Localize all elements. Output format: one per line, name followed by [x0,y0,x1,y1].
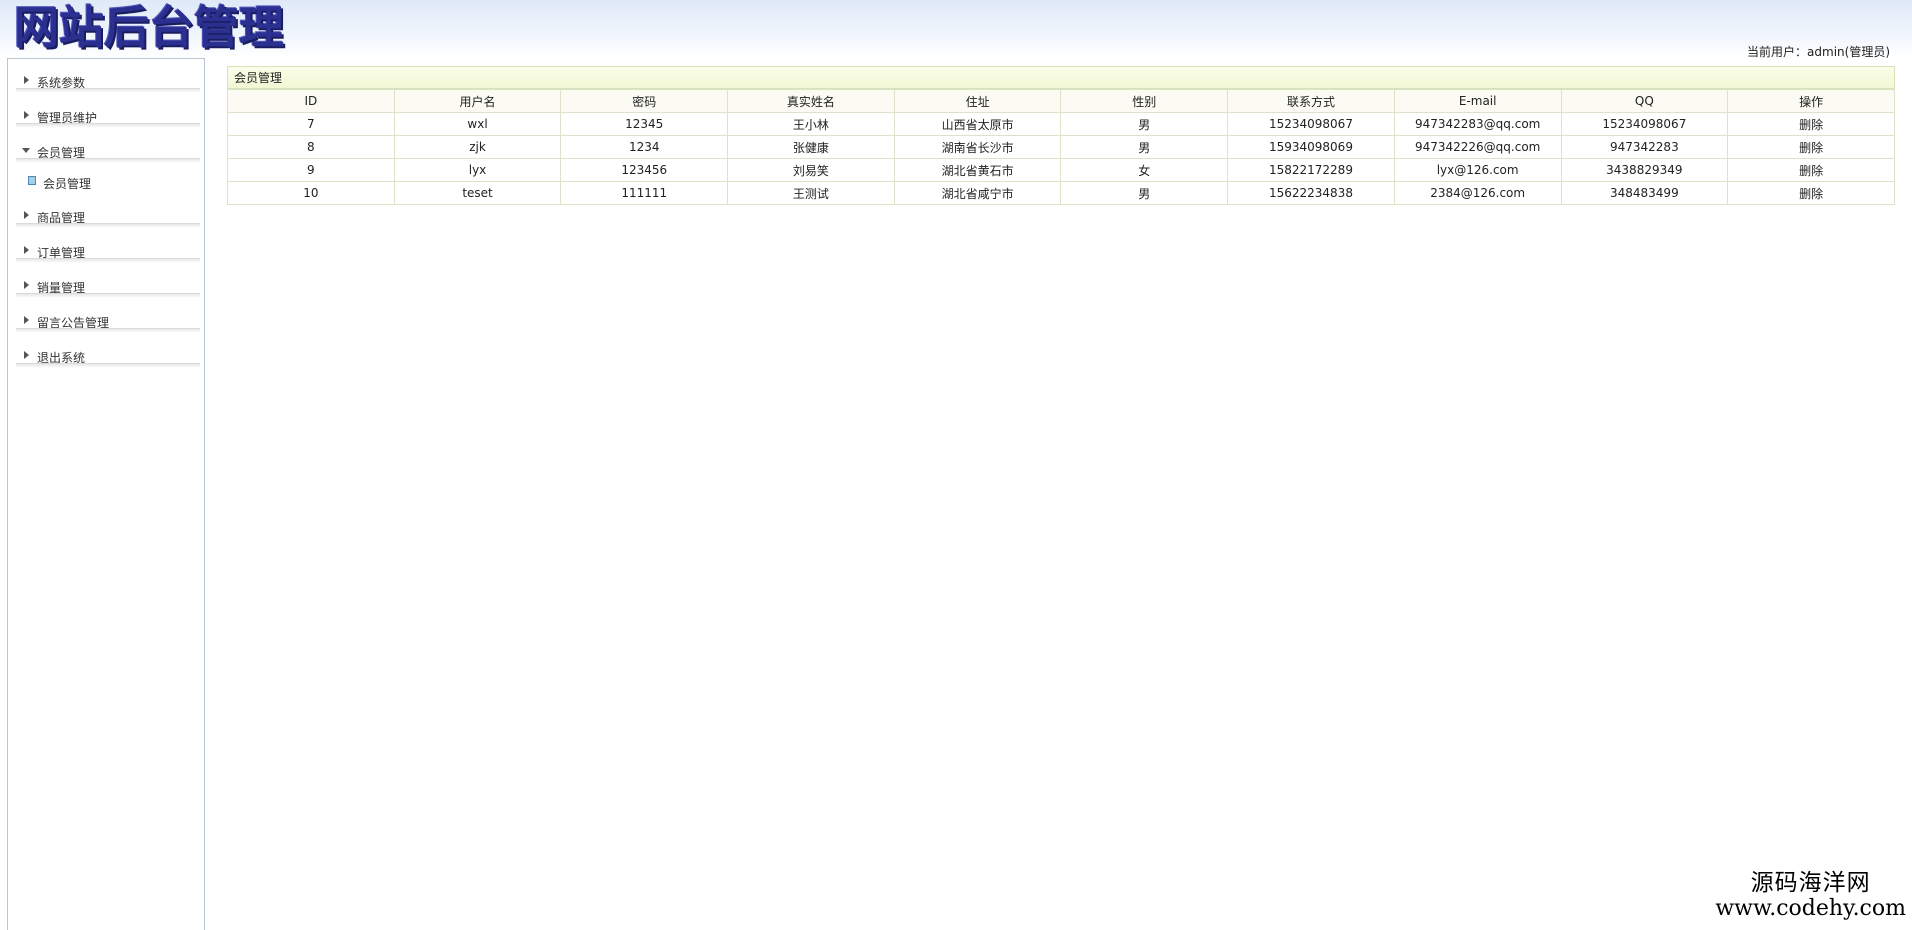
delete-link[interactable]: 删除 [1799,141,1823,155]
cell-password: 12345 [560,112,729,136]
caret-right-icon [24,281,29,289]
sidebar-item-sales-management[interactable]: 销量管理 [8,264,204,299]
cell-password: 1234 [560,135,729,159]
cell-qq: 348483499 [1560,181,1729,205]
column-header-username: 用户名 [393,89,562,113]
cell-real-name: 王测试 [727,181,895,205]
sidebar-item-label: 退出系统 [37,351,86,365]
cell-gender: 男 [1060,112,1229,136]
cell-gender: 女 [1060,158,1229,182]
caret-down-icon [22,148,30,153]
column-header-id: ID [227,89,395,113]
sidebar-item-label: 系统参数 [37,76,86,90]
sidebar-item-admin-maintenance[interactable]: 管理员维护 [8,94,204,129]
column-header-address: 住址 [893,89,1062,113]
sidebar-item-logout[interactable]: 退出系统 [8,334,204,369]
caret-right-icon [24,351,29,359]
cell-email: 947342283@qq.com [1393,112,1562,136]
cell-address: 湖南省长沙市 [893,135,1062,159]
table-row: 8 zjk 1234 张健康 湖南省长沙市 男 15934098069 9473… [227,135,1895,159]
sidebar-item-label: 管理员维护 [37,111,98,125]
sidebar-item-label: 会员管理 [37,146,86,160]
delete-link[interactable]: 删除 [1799,187,1823,201]
cell-phone: 15234098067 [1227,112,1395,136]
caret-right-icon [24,316,29,324]
delete-link[interactable]: 删除 [1799,118,1823,132]
column-header-qq: QQ [1560,89,1729,113]
column-header-phone: 联系方式 [1227,89,1395,113]
cell-gender: 男 [1060,181,1229,205]
cell-qq: 947342283 [1560,135,1729,159]
cell-real-name: 张健康 [727,135,895,159]
cell-id: 10 [227,181,395,205]
main-content: 会员管理 ID 用户名 密码 真实姓名 住址 性别 联系方式 E-mail QQ… [227,66,1895,205]
cell-username: wxl [393,112,562,136]
cell-username: lyx [393,158,562,182]
document-icon [28,176,36,185]
cell-qq: 15234098067 [1560,112,1729,136]
column-header-real-name: 真实姓名 [727,89,895,113]
table-row: 10 teset 111111 王测试 湖北省咸宁市 男 15622234838… [227,181,1895,205]
sidebar-subitem-member-management[interactable]: 会员管理 [8,164,204,194]
sidebar-item-product-management[interactable]: 商品管理 [8,194,204,229]
cell-id: 7 [227,112,395,136]
site-logo: 网站后台管理 [14,1,285,54]
sidebar-item-member-management[interactable]: 会员管理 [8,129,204,164]
sidebar-item-label: 留言公告管理 [37,316,110,330]
cell-qq: 3438829349 [1560,158,1729,182]
cell-phone: 15622234838 [1227,181,1395,205]
cell-phone: 15822172289 [1227,158,1395,182]
sidebar-item-label: 销量管理 [37,281,86,295]
cell-action: 删除 [1727,112,1895,136]
cell-phone: 15934098069 [1227,135,1395,159]
cell-id: 8 [227,135,395,159]
column-header-gender: 性别 [1060,89,1229,113]
members-table: ID 用户名 密码 真实姓名 住址 性别 联系方式 E-mail QQ 操作 7… [227,89,1895,205]
delete-link[interactable]: 删除 [1799,164,1823,178]
cell-password: 123456 [560,158,729,182]
panel-title: 会员管理 [227,66,1895,89]
sidebar-item-system-params[interactable]: 系统参数 [8,59,204,94]
column-header-password: 密码 [560,89,729,113]
caret-right-icon [24,76,29,84]
header: 网站后台管理 当前用户：admin(管理员) [0,0,1912,59]
cell-password: 111111 [560,181,729,205]
cell-gender: 男 [1060,135,1229,159]
cell-real-name: 王小林 [727,112,895,136]
cell-action: 删除 [1727,135,1895,159]
watermark-url: www.codehy.com [1715,896,1906,921]
cell-email: 2384@126.com [1393,181,1562,205]
cell-username: teset [393,181,562,205]
cell-address: 湖北省咸宁市 [893,181,1062,205]
watermark: 源码海洋网 www.codehy.com [1715,870,1906,922]
cell-action: 删除 [1727,158,1895,182]
table-row: 7 wxl 12345 王小林 山西省太原市 男 15234098067 947… [227,112,1895,136]
sidebar-item-message-notice-management[interactable]: 留言公告管理 [8,299,204,334]
cell-real-name: 刘易笑 [727,158,895,182]
sidebar-item-order-management[interactable]: 订单管理 [8,229,204,264]
caret-right-icon [24,211,29,219]
cell-email: 947342226@qq.com [1393,135,1562,159]
cell-action: 删除 [1727,181,1895,205]
current-user-label: 当前用户：admin(管理员) [1747,45,1890,59]
cell-address: 湖北省黄石市 [893,158,1062,182]
column-header-action: 操作 [1727,89,1895,113]
cell-id: 9 [227,158,395,182]
column-header-email: E-mail [1393,89,1562,113]
table-header-row: ID 用户名 密码 真实姓名 住址 性别 联系方式 E-mail QQ 操作 [227,89,1895,113]
table-row: 9 lyx 123456 刘易笑 湖北省黄石市 女 15822172289 ly… [227,158,1895,182]
sidebar: 系统参数 管理员维护 会员管理 会员管理 商品管理 订单管理 销量管理 留言公告… [7,58,205,930]
sidebar-subitem-label: 会员管理 [43,177,92,191]
sidebar-item-label: 商品管理 [37,211,86,225]
sidebar-item-label: 订单管理 [37,246,86,260]
cell-email: lyx@126.com [1393,158,1562,182]
cell-address: 山西省太原市 [893,112,1062,136]
watermark-title: 源码海洋网 [1750,870,1871,896]
cell-username: zjk [393,135,562,159]
caret-right-icon [24,246,29,254]
caret-right-icon [24,111,29,119]
